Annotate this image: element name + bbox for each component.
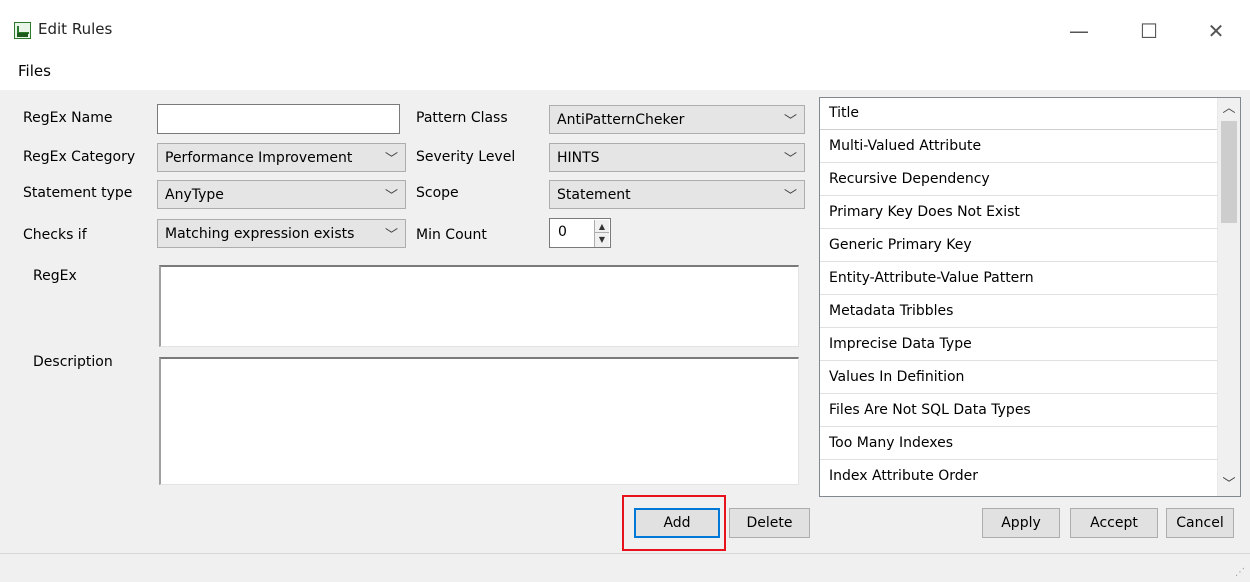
list-item[interactable]: Metadata Tribbles	[820, 296, 1217, 328]
list-item[interactable]: Entity-Attribute-Value Pattern	[820, 263, 1217, 295]
description-textarea[interactable]	[159, 357, 799, 485]
menu-bar: Files	[0, 52, 1250, 90]
list-item[interactable]: Files Are Not SQL Data Types	[820, 395, 1217, 427]
list-item[interactable]: Multi-Valued Attribute	[820, 131, 1217, 163]
close-icon: ✕	[1207, 19, 1225, 43]
scope-label: Scope	[416, 185, 459, 201]
close-button[interactable]: ✕	[1193, 10, 1239, 52]
statement-type-select[interactable]: AnyType ﹀	[157, 180, 406, 209]
pattern-class-value: AntiPatternCheker	[557, 112, 685, 128]
checks-if-select[interactable]: Matching expression exists ﹀	[157, 219, 406, 248]
list-item[interactable]: Index Attribute Order	[820, 461, 1217, 493]
resize-grip-icon[interactable]: ⋰	[1235, 567, 1247, 579]
list-item[interactable]: Too Many Indexes	[820, 428, 1217, 460]
minimize-button[interactable]: —	[1056, 10, 1102, 52]
scope-value: Statement	[557, 187, 631, 203]
window-title: Edit Rules	[38, 20, 113, 38]
severity-level-value: HINTS	[557, 150, 600, 166]
list-item[interactable]: Values In Definition	[820, 362, 1217, 394]
spin-up-icon[interactable]: ▲	[595, 220, 609, 233]
maximize-icon: ☐	[1140, 19, 1158, 43]
list-header[interactable]: Title	[820, 98, 1217, 130]
title-bar[interactable]: Edit Rules — ☐ ✕	[0, 0, 1250, 52]
rules-list[interactable]: Title Multi-Valued Attribute Recursive D…	[819, 97, 1241, 497]
description-label: Description	[33, 354, 113, 370]
regex-category-select[interactable]: Performance Improvement ﹀	[157, 143, 406, 172]
regex-name-label: RegEx Name	[23, 110, 113, 126]
regex-textarea[interactable]	[159, 265, 799, 347]
statement-type-label: Statement type	[23, 185, 133, 201]
spin-down-icon[interactable]: ▼	[595, 233, 609, 246]
scroll-up-icon[interactable]: ︿	[1218, 98, 1240, 120]
edit-rules-window: Edit Rules — ☐ ✕ Files RegEx Name RegEx …	[0, 0, 1250, 582]
regex-category-label: RegEx Category	[23, 149, 136, 165]
spinner-buttons: ▲ ▼	[594, 220, 609, 247]
chevron-down-icon: ﹀	[384, 228, 398, 243]
delete-button[interactable]: Delete	[729, 508, 810, 538]
menu-files[interactable]: Files	[18, 62, 51, 80]
chevron-down-icon: ﹀	[384, 189, 398, 204]
statement-type-value: AnyType	[165, 187, 224, 203]
list-item[interactable]: Primary Key Does Not Exist	[820, 197, 1217, 229]
chevron-down-icon: ﹀	[783, 189, 797, 204]
regex-name-input[interactable]	[157, 104, 400, 134]
pattern-class-select[interactable]: AntiPatternCheker ﹀	[549, 105, 805, 134]
list-item[interactable]: Generic Primary Key	[820, 230, 1217, 262]
list-item[interactable]: Recursive Dependency	[820, 164, 1217, 196]
list-item[interactable]: Imprecise Data Type	[820, 329, 1217, 361]
add-button-highlight	[622, 495, 726, 551]
checks-if-label: Checks if	[23, 227, 87, 243]
pattern-class-label: Pattern Class	[416, 110, 508, 126]
severity-level-select[interactable]: HINTS ﹀	[549, 143, 805, 172]
min-count-stepper[interactable]: 0 ▲ ▼	[549, 218, 611, 248]
chevron-down-icon: ﹀	[783, 114, 797, 129]
minimize-icon: —	[1069, 19, 1089, 43]
accept-button[interactable]: Accept	[1070, 508, 1158, 538]
regex-label: RegEx	[33, 268, 77, 284]
regex-category-value: Performance Improvement	[165, 150, 353, 166]
scope-select[interactable]: Statement ﹀	[549, 180, 805, 209]
min-count-label: Min Count	[416, 227, 487, 243]
app-icon	[14, 22, 31, 39]
cancel-button[interactable]: Cancel	[1166, 508, 1234, 538]
severity-level-label: Severity Level	[416, 149, 516, 165]
min-count-value: 0	[558, 224, 567, 240]
list-scrollbar[interactable]: ︿ ﹀	[1217, 98, 1240, 496]
scroll-thumb[interactable]	[1221, 121, 1237, 223]
checks-if-value: Matching expression exists	[165, 226, 355, 242]
chevron-down-icon: ﹀	[384, 152, 398, 167]
apply-button[interactable]: Apply	[982, 508, 1060, 538]
maximize-button[interactable]: ☐	[1126, 10, 1172, 52]
status-bar: ⋰	[0, 553, 1250, 582]
chevron-down-icon: ﹀	[783, 152, 797, 167]
scroll-down-icon[interactable]: ﹀	[1218, 474, 1240, 496]
